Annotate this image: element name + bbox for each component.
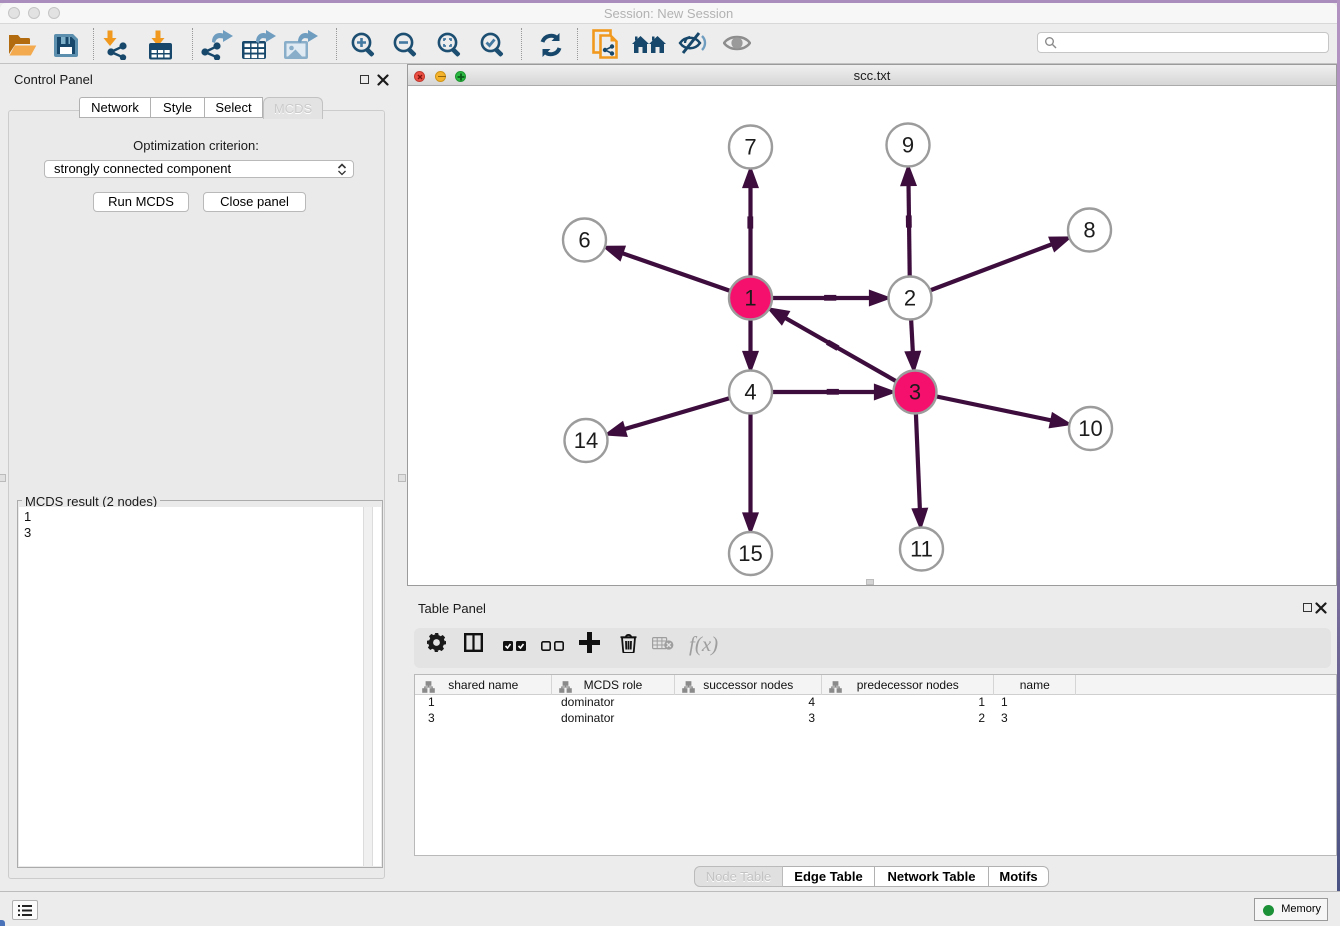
svg-text:3: 3 [909, 380, 921, 405]
svg-text:8: 8 [1083, 218, 1095, 243]
svg-text:1: 1 [744, 286, 756, 311]
svg-text:9: 9 [902, 133, 914, 158]
svg-text:6: 6 [578, 228, 590, 253]
svg-text:7: 7 [744, 135, 756, 160]
svg-text:11: 11 [910, 537, 933, 562]
svg-text:4: 4 [744, 380, 756, 405]
svg-text:14: 14 [574, 428, 598, 453]
svg-text:15: 15 [738, 541, 762, 566]
svg-text:2: 2 [904, 286, 916, 311]
svg-text:10: 10 [1078, 416, 1102, 441]
